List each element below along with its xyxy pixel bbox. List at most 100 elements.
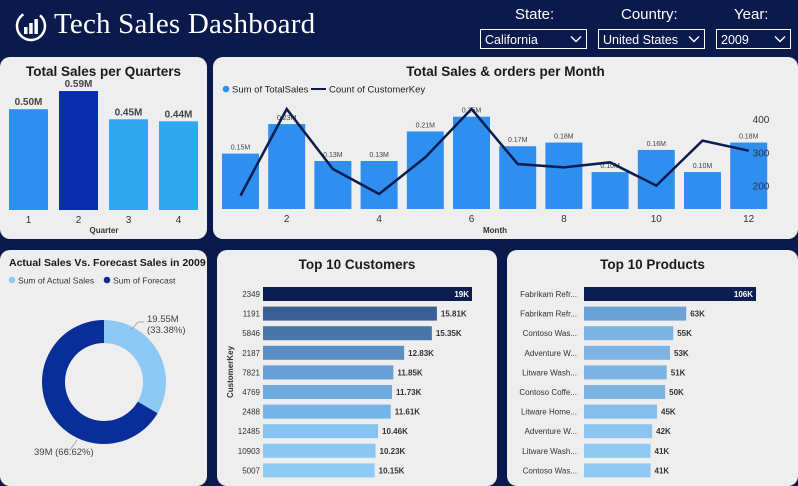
month-bar: [268, 124, 306, 209]
month-value-label: 0.13M: [369, 152, 389, 159]
row-category-label: 12485: [238, 427, 261, 436]
quarter-axis-label: Quarter: [90, 226, 119, 235]
chevron-down-icon: [570, 36, 582, 43]
row-value-label: 15.35K: [436, 329, 462, 338]
row-category-label: Litware Wash...: [522, 368, 577, 377]
quarter-value-label: 0.45M: [115, 107, 143, 118]
month-value-label: 0.21M: [416, 122, 436, 129]
quarter-tick-label: 1: [26, 215, 32, 226]
month-bar: [684, 172, 721, 209]
row-category-label: 1191: [243, 310, 261, 319]
chevron-down-icon: [688, 36, 700, 43]
row-bar: [263, 306, 437, 321]
month-value-label: 0.15M: [231, 145, 251, 152]
count-axis-tick: 300: [753, 148, 770, 159]
row-category-label: Fabrikam Refr...: [520, 310, 577, 319]
row-value-label: 19K: [454, 290, 469, 299]
products-chart: Fabrikam Refr... 106K Fabrikam Refr... 63K C…: [519, 287, 756, 478]
quarters-chart: 0.50M 1 0.59M 2 0.45M 3 0.44M 4 Quarter: [9, 79, 198, 235]
quarters-panel: Total Sales per Quarters 0.50M 1 0.59M 2 0.4…: [0, 57, 207, 239]
quarter-tick-label: 4: [176, 215, 182, 226]
row-category-label: Contoso Was...: [523, 329, 577, 338]
row-category-label: Litware Wash...: [522, 447, 577, 456]
forecast-panel: Actual Sales Vs. Forecast Sales in 2009 …: [0, 250, 207, 486]
row-category-label: Contoso Coffe...: [519, 388, 577, 397]
quarter-bar: [59, 91, 98, 210]
row-bar: [584, 463, 651, 478]
country-dropdown-value: United States: [603, 33, 679, 47]
row-value-label: 106K: [734, 290, 753, 299]
month-bar: [499, 146, 537, 209]
row-value-label: 15.81K: [441, 310, 467, 319]
row-bar: [263, 463, 375, 478]
row-value-label: 41K: [655, 466, 670, 475]
row-value-label: 42K: [656, 427, 671, 436]
row-bar: [263, 443, 376, 458]
row-category-label: 5846: [242, 329, 260, 338]
row-bar: [263, 424, 379, 439]
forecast-chart: Sum of Actual Sales Sum of Forecast 19.55M…: [8, 276, 186, 458]
quarter-bar: [109, 119, 148, 210]
row-category-label: 5007: [242, 466, 260, 475]
quarter-tick-label: 3: [126, 215, 132, 226]
state-dropdown[interactable]: California: [480, 29, 587, 49]
row-category-label: Fabrikam Refr...: [520, 290, 577, 299]
year-filter-label: Year:: [734, 6, 769, 23]
chevron-down-icon: [774, 36, 786, 43]
row-value-label: 12.83K: [408, 349, 434, 358]
row-bar: [263, 326, 432, 341]
row-category-label: Contoso Was...: [523, 466, 577, 475]
state-dropdown-value: California: [485, 33, 538, 47]
row-bar: [584, 365, 667, 380]
row-value-label: 63K: [690, 310, 705, 319]
month-tick-label: 10: [651, 214, 663, 225]
month-tick-label: 12: [743, 214, 755, 225]
month-bar: [545, 142, 583, 209]
row-bar: [584, 443, 651, 458]
row-category-label: 2349: [242, 290, 260, 299]
row-value-label: 41K: [655, 447, 670, 456]
row-value-label: 11.73K: [396, 388, 422, 397]
month-value-label: 0.18M: [739, 134, 759, 141]
monthly-panel: Total Sales & orders per Month Sum of To…: [213, 57, 798, 239]
quarter-value-label: 0.59M: [65, 79, 93, 90]
row-category-label: 4769: [242, 388, 260, 397]
row-bar: [263, 365, 394, 380]
actual-slice-pct: (33.38%): [147, 325, 186, 336]
country-dropdown[interactable]: United States: [598, 29, 705, 49]
legend-actual-label: Sum of Actual Sales: [18, 276, 94, 286]
monthly-chart: Sum of TotalSales Count of CustomerKey 0.1…: [222, 85, 770, 235]
row-value-label: 10.15K: [379, 466, 405, 475]
row-category-label: 10903: [238, 447, 261, 456]
row-category-label: Adventure W...: [525, 349, 577, 358]
row-category-label: Adventure W...: [525, 427, 577, 436]
quarter-value-label: 0.50M: [15, 97, 43, 108]
month-bar: [591, 172, 629, 209]
month-tick-label: 2: [284, 214, 290, 225]
state-filter-label: State:: [515, 6, 555, 23]
customers-panel: Top 10 Customers 2349 19K 1191 15.81K 5846 15…: [217, 250, 497, 486]
row-bar: [584, 345, 670, 360]
legend-forecast-marker: [103, 276, 111, 284]
month-value-label: 0.13M: [323, 152, 343, 159]
legend-actual-marker: [8, 276, 16, 284]
row-bar: [584, 326, 674, 341]
customers-chart: 2349 19K 1191 15.81K 5846 15.35K 2187 12.83K 782…: [226, 287, 472, 478]
quarter-value-label: 0.44M: [165, 109, 193, 120]
row-bar: [584, 424, 653, 439]
row-value-label: 11.85K: [397, 368, 423, 377]
row-value-label: 50K: [669, 388, 684, 397]
row-value-label: 11.61K: [395, 408, 421, 417]
row-value-label: 51K: [671, 368, 686, 377]
row-bar: [263, 345, 405, 360]
year-dropdown-value: 2009: [721, 33, 749, 47]
row-value-label: 10.23K: [380, 447, 406, 456]
quarter-bar: [159, 121, 198, 210]
month-value-label: 0.16M: [647, 141, 667, 148]
count-axis-tick: 400: [753, 115, 770, 126]
month-value-label: 0.18M: [554, 134, 574, 141]
row-value-label: 10.46K: [382, 427, 408, 436]
year-dropdown[interactable]: 2009: [716, 29, 791, 49]
page-title: Tech Sales Dashboard: [54, 8, 316, 40]
products-panel: Top 10 Products Fabrikam Refr... 106K Fabr…: [507, 250, 798, 486]
